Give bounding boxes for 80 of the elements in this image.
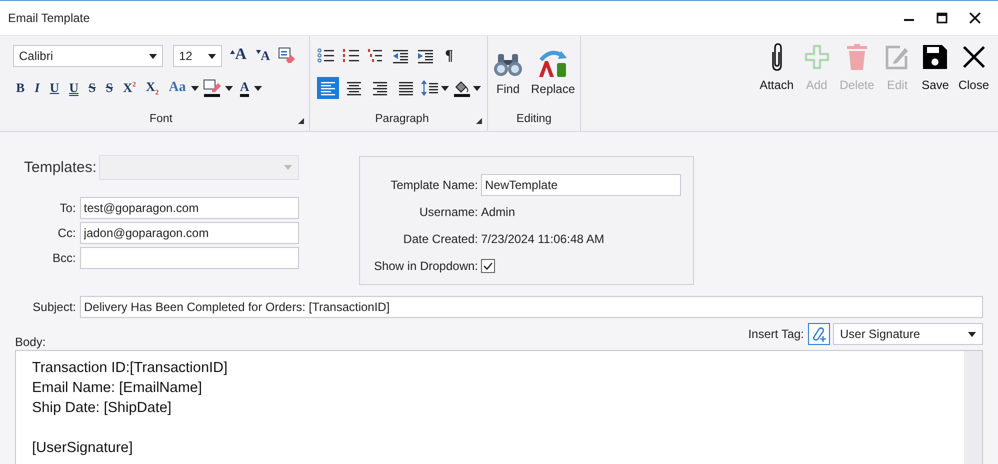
- strike-button[interactable]: S: [86, 77, 99, 99]
- shrink-font-button[interactable]: A: [254, 45, 271, 67]
- template-name-field[interactable]: NewTemplate: [481, 174, 681, 196]
- email-field[interactable]: jadon@goparagon.com: [80, 222, 299, 244]
- caret-icon[interactable]: [190, 86, 199, 90]
- underline-button[interactable]: U: [46, 77, 62, 99]
- binoculars-icon: [492, 52, 523, 78]
- field-label: Subject:: [32, 300, 77, 314]
- dialog-launcher-icon[interactable]: [298, 118, 304, 124]
- attach-button[interactable]: Attach: [756, 42, 797, 92]
- dropdown-arrow-icon: [208, 54, 216, 58]
- field-label: Username:: [418, 205, 479, 219]
- save-icon: [922, 42, 948, 72]
- align-left-button[interactable]: [317, 77, 339, 99]
- insert-tag-label: Insert Tag:: [748, 327, 804, 341]
- grow-font-button[interactable]: A: [229, 45, 248, 67]
- font-name-dropdown[interactable]: Calibri: [13, 45, 163, 67]
- caret-icon[interactable]: [224, 86, 233, 90]
- clear-formatting-icon[interactable]: [278, 47, 296, 65]
- field-value: Admin: [481, 205, 516, 219]
- caret-icon: [256, 50, 261, 54]
- pilcrow-button[interactable]: ¶: [442, 45, 456, 67]
- close-button[interactable]: Close: [955, 42, 992, 92]
- field-label: Bcc:: [51, 251, 77, 265]
- checkbox[interactable]: [481, 259, 495, 273]
- body-label: Body:: [15, 335, 46, 349]
- scrollbar[interactable]: [964, 351, 982, 464]
- save-button[interactable]: Save: [917, 42, 954, 92]
- dropdown-arrow-icon: [284, 165, 292, 170]
- caret-icon[interactable]: [473, 86, 481, 90]
- body-editor[interactable]: Transaction ID:[TransactionID] Email Name: [EmailName] Ship Date: [ShipDate] [UserSignature]: [15, 350, 983, 464]
- case-button[interactable]: Aa: [166, 77, 189, 99]
- field-label: Show in Dropdown:: [372, 259, 479, 273]
- caret-icon[interactable]: [441, 86, 449, 90]
- shading-icon[interactable]: [453, 79, 471, 97]
- field-label: To:: [58, 201, 77, 215]
- find-button[interactable]: Find: [490, 44, 525, 96]
- window-title: Email Template: [8, 11, 90, 25]
- superscript-button[interactable]: X$^{2}$: [120, 77, 139, 99]
- body-text-line: Email Name: [EmailName]: [32, 379, 204, 398]
- double-underline-button[interactable]: U: [66, 77, 82, 99]
- group-label: Paragraph: [375, 113, 429, 125]
- bullets-icon[interactable]: [317, 48, 335, 64]
- font-color-button[interactable]: A: [236, 77, 252, 99]
- insert-tag-dropdown[interactable]: User Signature: [833, 323, 983, 345]
- field-label: Template Name:: [390, 178, 479, 192]
- maximize-icon[interactable]: [936, 12, 948, 24]
- subject-field[interactable]: Delivery Has Been Completed for Orders: [TransactionID]: [80, 296, 983, 318]
- subscript-button[interactable]: X$_{2}$: [142, 77, 162, 99]
- templates-label: Templates:: [24, 159, 98, 176]
- font-size-dropdown[interactable]: 12: [173, 45, 222, 67]
- italic-button[interactable]: I: [32, 77, 43, 99]
- group-label: Font: [149, 113, 172, 125]
- outdent-icon[interactable]: [392, 48, 410, 64]
- email-field[interactable]: test@goparagon.com: [80, 197, 299, 219]
- numbering-icon[interactable]: [342, 48, 360, 64]
- plus-icon: [804, 42, 830, 72]
- replace-button[interactable]: Replace: [528, 44, 578, 96]
- body-text-line: Transaction ID:[TransactionID]: [32, 359, 229, 378]
- replace-icon: [537, 48, 569, 78]
- caret-icon[interactable]: [254, 86, 262, 90]
- indent-icon[interactable]: [417, 48, 435, 64]
- body-text-line: [UserSignature]: [32, 439, 134, 458]
- highlight-icon[interactable]: [202, 78, 223, 98]
- line-spacing-icon[interactable]: [421, 79, 439, 97]
- group-label: Editing: [516, 113, 552, 125]
- field-value: 7/23/2024 11:06:48 AM: [481, 232, 604, 246]
- dropdown-arrow-icon: [149, 54, 157, 58]
- email-field[interactable]: [80, 247, 299, 269]
- field-label: Cc:: [56, 226, 77, 240]
- dropdown-arrow-icon: [968, 332, 976, 336]
- body-text-line: Ship Date: [ShipDate]: [32, 399, 172, 418]
- bold-button[interactable]: B: [13, 77, 28, 99]
- insert-tag-icon[interactable]: [808, 323, 830, 345]
- field-label: Date Created:: [402, 232, 479, 246]
- multilevel-icon[interactable]: [367, 48, 385, 64]
- caret-icon: [230, 50, 235, 54]
- dialog-launcher-icon[interactable]: [476, 118, 482, 124]
- close-icon[interactable]: [969, 12, 981, 24]
- double-strike-button[interactable]: S: [102, 77, 116, 99]
